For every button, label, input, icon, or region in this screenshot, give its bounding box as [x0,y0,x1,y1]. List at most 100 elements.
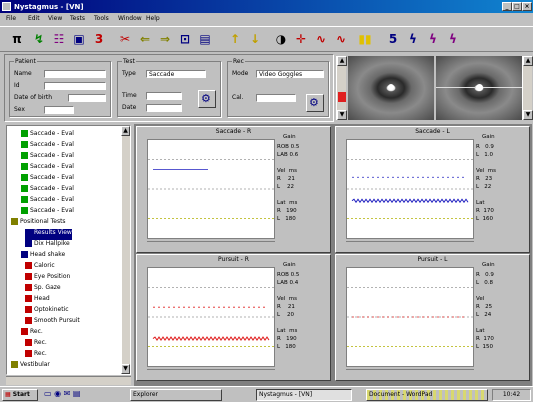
tree-item-label: Vestibular [20,361,50,368]
folder-icon[interactable]: ▤ [73,389,81,398]
tree-item-label: Saccade - Eval [30,163,74,170]
charts-area: Saccade - R Gain ROB 0.5 LAB 0.6 Vel ms R … [134,124,532,386]
scissors-icon[interactable]: ✂ [116,31,134,48]
minimize-button[interactable]: _ [502,2,512,11]
save-icon[interactable]: ⊡ [176,31,194,48]
tree-item[interactable]: Saccade - Eval [21,196,74,207]
tree-item[interactable]: Head shake [21,251,65,262]
next-icon[interactable]: ⇒ [156,31,174,48]
video-scroll-up[interactable]: ▲ [523,56,533,66]
menu-file[interactable]: File [6,15,16,22]
pause-icon[interactable]: ▮▮ [356,31,374,48]
measure3-icon[interactable]: ϟ [424,31,442,48]
recording-settings-button[interactable]: ⚙ [306,94,324,112]
tree-item[interactable]: Saccade - Eval [21,174,74,185]
menu-window[interactable]: Window [118,15,142,22]
title-bar: Nystagmus - [VN] _ □ × [0,0,533,13]
test-tree: Saccade - Eval Saccade - Eval Saccade - Ev… [6,125,131,375]
stimulus-icon[interactable]: ◑ [272,31,290,48]
eye-video-right [436,56,522,120]
chart-window[interactable]: Saccade - L Gain R 0.9 L 1.0 Vel ms R 23 L… [335,126,530,253]
camera-icon[interactable]: ▣ [70,31,88,48]
menu-view[interactable]: View [48,15,62,22]
tree-item[interactable]: Caloric [25,262,55,273]
tree-item[interactable]: Eye Position [25,273,70,284]
app-window: Nystagmus - [VN] _ □ × File Edit View Te… [0,0,533,402]
tree-item[interactable]: Rec. [25,350,47,361]
tree-item[interactable]: Vestibular [11,361,50,372]
print-icon[interactable]: ▤ [196,31,214,48]
trace-plot[interactable] [346,267,474,367]
tree-item-label: Rec. [34,350,47,357]
target-icon[interactable]: ✛ [292,31,310,48]
arrow-up-icon[interactable]: ↑ [226,31,244,48]
menu-tools[interactable]: Tools [94,15,109,22]
trace-plot[interactable] [147,139,275,239]
chart-window[interactable]: Saccade - R Gain ROB 0.5 LAB 0.6 Vel ms R … [136,126,331,253]
id-field[interactable] [44,82,106,90]
maximize-button[interactable]: □ [512,2,522,11]
tree-item[interactable]: Saccade - Eval [21,152,74,163]
record-icon[interactable]: 3 [90,31,108,48]
gain-slider[interactable]: ▲ ▼ [336,56,347,120]
wave-icon[interactable]: ∿ [312,31,330,48]
tree-item[interactable]: Saccade - Eval [21,207,74,218]
tree-hscrollbar[interactable] [6,376,131,385]
task-explorer[interactable]: Explorer [130,389,222,401]
browser-icon[interactable]: ◉ [54,389,61,398]
sex-field[interactable] [44,106,74,114]
measure2-icon[interactable]: ϟ [404,31,422,48]
menu-edit[interactable]: Edit [28,15,40,22]
dob-field[interactable] [68,94,106,102]
tree-scroll-up[interactable]: ▲ [121,126,130,136]
measure-icon[interactable]: ∿ [332,31,350,48]
tree-item[interactable]: Saccade - Eval [21,163,74,174]
close-button[interactable]: × [522,2,532,11]
chart-window[interactable]: Pursuit - L Gain R 0.9 L 0.8 Vel R 25 L 24… [335,254,530,381]
slider-thumb[interactable] [338,92,346,102]
test-icon [21,152,28,159]
video-scroll-down[interactable]: ▼ [523,110,533,120]
menu-tests[interactable]: Tests [70,15,85,22]
tree-item[interactable]: Smooth Pursuit [25,317,80,328]
task-wordpad[interactable]: Document - WordPad [366,389,488,401]
prev-icon[interactable]: ⇐ [136,31,154,48]
tree-scrollbar[interactable]: ▲ ▼ [121,126,130,374]
trace-plot[interactable] [147,267,275,367]
test-settings-button[interactable]: ⚙ [198,90,216,108]
trace-plot[interactable] [346,139,474,239]
desktop-icon[interactable]: ▭ [44,389,52,398]
tree-item[interactable]: Positional Tests [11,218,66,229]
tree-scroll-down[interactable]: ▼ [121,364,130,374]
menu-help[interactable]: Help [146,15,160,22]
bars-icon[interactable]: 5 [384,31,402,48]
tree-item[interactable]: Results View [25,229,72,240]
tree-item[interactable]: Optokinetic [25,306,69,317]
test-group: Test Type Saccade Time Date ⚙ [117,58,221,117]
chart-icon[interactable]: ☷ [50,31,68,48]
tree-item[interactable]: Rec. [21,328,43,339]
test-date-field[interactable] [146,104,182,112]
tree-view-icon[interactable]: π [8,31,26,48]
slider-down-button[interactable]: ▼ [337,110,347,120]
tree-item[interactable]: Saccade - Eval [21,141,74,152]
calib-icon[interactable]: ϟ [444,31,462,48]
rec-cal-field[interactable] [256,94,296,102]
chart-window[interactable]: Pursuit - R Gain ROB 0.5 LAB 0.4 Vel ms R … [136,254,331,381]
test-time-field[interactable] [146,92,182,100]
start-button[interactable]: ▦ Start [2,389,38,401]
task-nystagmus[interactable]: Nystagmus - [VN] [256,389,352,401]
video-scrollbar[interactable]: ▲ ▼ [522,56,533,120]
name-field[interactable] [44,70,106,78]
tree-item[interactable]: Saccade - Eval [21,130,74,141]
tree-item[interactable]: Saccade - Eval [21,185,74,196]
tree-item[interactable]: Dix Hallpike [25,240,70,251]
arrow-down-icon[interactable]: ↓ [246,31,264,48]
tree-item[interactable]: Sp. Gaze [25,284,61,295]
tree-item[interactable]: Head [25,295,50,306]
mail-icon[interactable]: ✉ [64,389,71,398]
tree-item[interactable]: Rec. [25,339,47,350]
test-icon [25,240,32,247]
slider-up-button[interactable]: ▲ [337,56,347,66]
graph-icon[interactable]: ↯ [30,31,48,48]
